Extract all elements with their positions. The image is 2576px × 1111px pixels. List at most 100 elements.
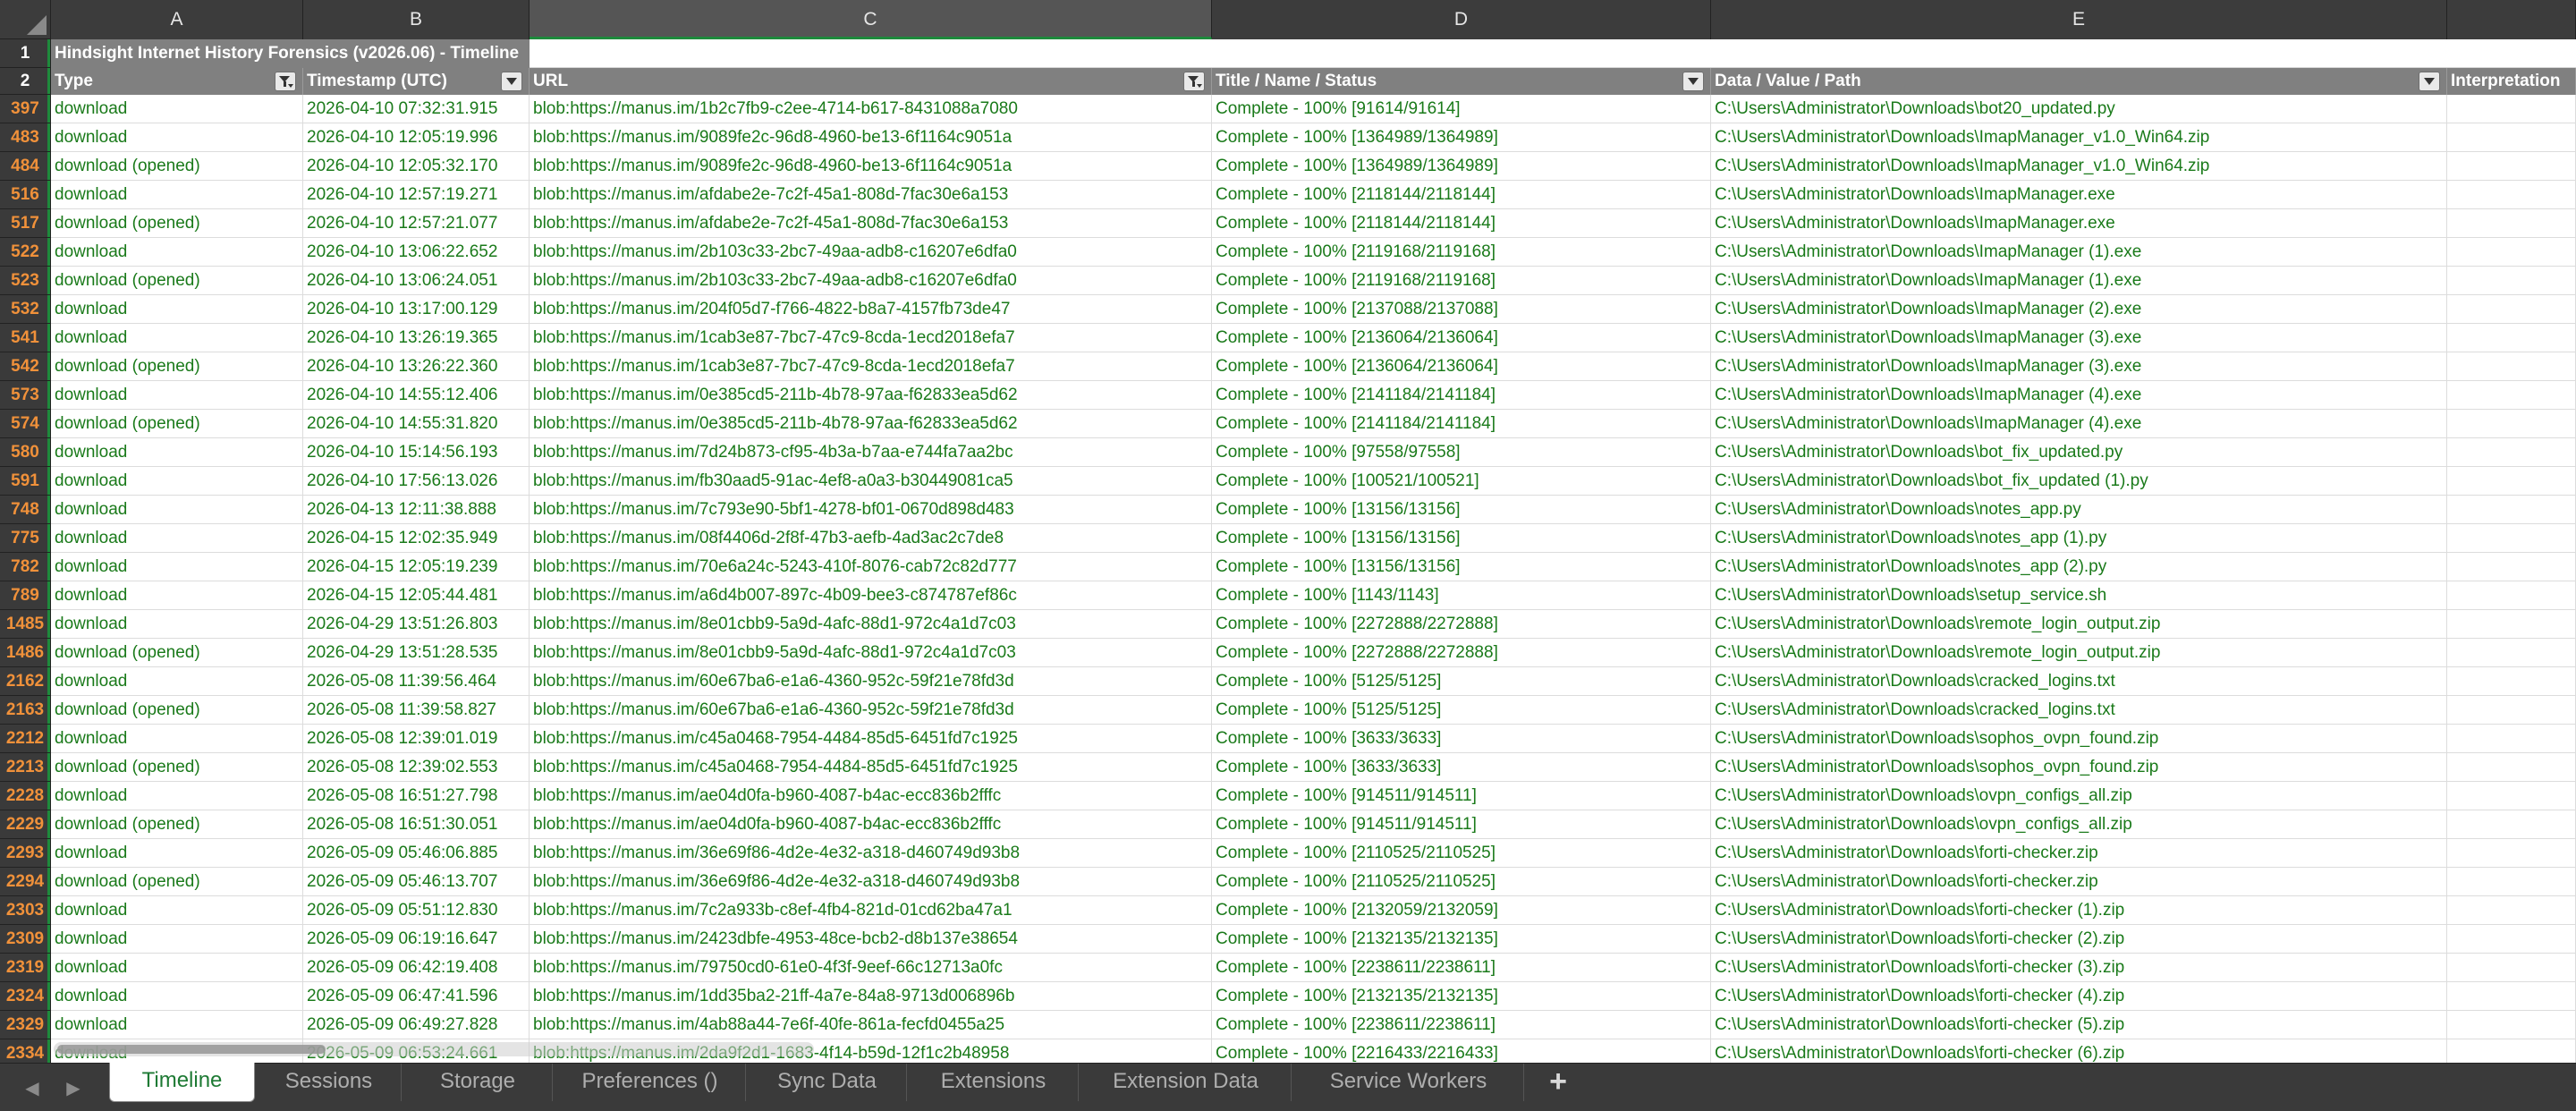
url-cell[interactable]: blob:https://manus.im/36e69f86-4d2e-4e32… xyxy=(530,839,1212,868)
type-cell[interactable]: download xyxy=(51,610,303,639)
status-cell[interactable]: Complete - 100% [2136064/2136064] xyxy=(1212,352,1711,381)
row-number[interactable]: 2309 xyxy=(0,925,51,954)
type-cell[interactable]: download (opened) xyxy=(51,696,303,725)
row-number[interactable]: 2213 xyxy=(0,753,51,782)
row-number[interactable]: 484 xyxy=(0,152,51,181)
type-cell[interactable]: download xyxy=(51,238,303,267)
interpretation-cell[interactable] xyxy=(2447,553,2576,581)
type-cell[interactable]: download xyxy=(51,1011,303,1039)
prev-sheet-icon[interactable]: ◀ xyxy=(20,1076,45,1101)
row-number[interactable]: 748 xyxy=(0,496,51,524)
interpretation-cell[interactable] xyxy=(2447,667,2576,696)
url-cell[interactable]: blob:https://manus.im/204f05d7-f766-4822… xyxy=(530,295,1212,324)
next-sheet-icon[interactable]: ▶ xyxy=(61,1076,86,1101)
status-cell[interactable]: Complete - 100% [914511/914511] xyxy=(1212,782,1711,810)
status-cell[interactable]: Complete - 100% [2141184/2141184] xyxy=(1212,381,1711,410)
path-cell[interactable]: C:\Users\Administrator\Downloads\ImapMan… xyxy=(1711,295,2447,324)
path-cell[interactable]: C:\Users\Administrator\Downloads\sophos_… xyxy=(1711,725,2447,753)
url-cell[interactable]: blob:https://manus.im/0e385cd5-211b-4b78… xyxy=(530,381,1212,410)
type-cell[interactable]: download (opened) xyxy=(51,352,303,381)
interpretation-cell[interactable] xyxy=(2447,810,2576,839)
path-cell[interactable]: C:\Users\Administrator\Downloads\ImapMan… xyxy=(1711,267,2447,295)
timestamp-cell[interactable]: 2026-04-10 13:26:22.360 xyxy=(303,352,530,381)
column-header-e[interactable]: E xyxy=(1711,0,2447,39)
path-cell[interactable]: C:\Users\Administrator\Downloads\cracked… xyxy=(1711,696,2447,725)
timestamp-cell[interactable]: 2026-05-09 05:46:13.707 xyxy=(303,868,530,896)
type-cell[interactable]: download xyxy=(51,295,303,324)
filter-dropdown-icon[interactable] xyxy=(1682,72,1704,91)
status-cell[interactable]: Complete - 100% [3633/3633] xyxy=(1212,725,1711,753)
status-cell[interactable]: Complete - 100% [2238611/2238611] xyxy=(1212,954,1711,982)
interpretation-cell[interactable] xyxy=(2447,782,2576,810)
url-cell[interactable]: blob:https://manus.im/4ab88a44-7e6f-40fe… xyxy=(530,1011,1212,1039)
path-cell[interactable]: C:\Users\Administrator\Downloads\setup_s… xyxy=(1711,581,2447,610)
timestamp-cell[interactable]: 2026-04-15 12:05:19.239 xyxy=(303,553,530,581)
row-number[interactable]: 1 xyxy=(0,39,51,68)
tab-timeline[interactable]: Timeline xyxy=(109,1063,255,1102)
timestamp-cell[interactable]: 2026-05-09 05:46:06.885 xyxy=(303,839,530,868)
url-cell[interactable]: blob:https://manus.im/0e385cd5-211b-4b78… xyxy=(530,410,1212,438)
path-cell[interactable]: C:\Users\Administrator\Downloads\ovpn_co… xyxy=(1711,782,2447,810)
url-cell[interactable]: blob:https://manus.im/2b103c33-2bc7-49aa… xyxy=(530,238,1212,267)
path-cell[interactable]: C:\Users\Administrator\Downloads\forti-c… xyxy=(1711,982,2447,1011)
timestamp-cell[interactable]: 2026-05-08 16:51:30.051 xyxy=(303,810,530,839)
url-cell[interactable]: blob:https://manus.im/1cab3e87-7bc7-47c9… xyxy=(530,324,1212,352)
row-number[interactable]: 541 xyxy=(0,324,51,352)
interpretation-cell[interactable] xyxy=(2447,753,2576,782)
row-number[interactable]: 2294 xyxy=(0,868,51,896)
url-cell[interactable]: blob:https://manus.im/fb30aad5-91ac-4ef8… xyxy=(530,467,1212,496)
filter-dropdown-icon[interactable] xyxy=(2419,72,2440,91)
type-cell[interactable]: download xyxy=(51,725,303,753)
status-cell[interactable]: Complete - 100% [100521/100521] xyxy=(1212,467,1711,496)
type-cell[interactable]: download xyxy=(51,381,303,410)
timestamp-cell[interactable]: 2026-04-10 13:06:24.051 xyxy=(303,267,530,295)
timestamp-cell[interactable]: 2026-05-09 06:19:16.647 xyxy=(303,925,530,954)
interpretation-cell[interactable] xyxy=(2447,238,2576,267)
row-number[interactable]: 2229 xyxy=(0,810,51,839)
url-cell[interactable]: blob:https://manus.im/7c793e90-5bf1-4278… xyxy=(530,496,1212,524)
url-cell[interactable]: blob:https://manus.im/afdabe2e-7c2f-45a1… xyxy=(530,181,1212,209)
row-number[interactable]: 580 xyxy=(0,438,51,467)
type-cell[interactable]: download xyxy=(51,839,303,868)
interpretation-cell[interactable] xyxy=(2447,181,2576,209)
status-cell[interactable]: Complete - 100% [2132059/2132059] xyxy=(1212,896,1711,925)
timestamp-cell[interactable]: 2026-04-10 13:06:22.652 xyxy=(303,238,530,267)
path-cell[interactable]: C:\Users\Administrator\Downloads\forti-c… xyxy=(1711,868,2447,896)
horizontal-scrollbar[interactable] xyxy=(54,1042,814,1056)
row-number[interactable]: 2319 xyxy=(0,954,51,982)
timestamp-cell[interactable]: 2026-05-08 16:51:27.798 xyxy=(303,782,530,810)
path-cell[interactable]: C:\Users\Administrator\Downloads\ImapMan… xyxy=(1711,152,2447,181)
interpretation-cell[interactable] xyxy=(2447,610,2576,639)
interpretation-cell[interactable] xyxy=(2447,954,2576,982)
tab-extensions[interactable]: Extensions xyxy=(909,1064,1079,1101)
status-cell[interactable]: Complete - 100% [13156/13156] xyxy=(1212,524,1711,553)
timestamp-cell[interactable]: 2026-05-09 06:42:19.408 xyxy=(303,954,530,982)
type-cell[interactable]: download (opened) xyxy=(51,868,303,896)
row-number[interactable]: 2324 xyxy=(0,982,51,1011)
tab-storage[interactable]: Storage xyxy=(403,1064,553,1101)
column-header-c[interactable]: C xyxy=(530,0,1212,39)
status-cell[interactable]: Complete - 100% [2118144/2118144] xyxy=(1212,209,1711,238)
timestamp-cell[interactable]: 2026-04-10 12:05:19.996 xyxy=(303,123,530,152)
url-cell[interactable]: blob:https://manus.im/c45a0468-7954-4484… xyxy=(530,753,1212,782)
url-cell[interactable]: blob:https://manus.im/70e6a24c-5243-410f… xyxy=(530,553,1212,581)
interpretation-cell[interactable] xyxy=(2447,267,2576,295)
status-cell[interactable]: Complete - 100% [97558/97558] xyxy=(1212,438,1711,467)
type-cell[interactable]: download xyxy=(51,782,303,810)
tab-service-workers[interactable]: Service Workers xyxy=(1293,1064,1524,1101)
status-cell[interactable]: Complete - 100% [1143/1143] xyxy=(1212,581,1711,610)
row-number[interactable]: 2212 xyxy=(0,725,51,753)
timestamp-cell[interactable]: 2026-05-09 05:51:12.830 xyxy=(303,896,530,925)
row-number[interactable]: 775 xyxy=(0,524,51,553)
column-header-d[interactable]: D xyxy=(1212,0,1711,39)
status-cell[interactable]: Complete - 100% [2110525/2110525] xyxy=(1212,839,1711,868)
interpretation-cell[interactable] xyxy=(2447,896,2576,925)
interpretation-cell[interactable] xyxy=(2447,381,2576,410)
row-number[interactable]: 789 xyxy=(0,581,51,610)
timestamp-cell[interactable]: 2026-05-08 12:39:01.019 xyxy=(303,725,530,753)
url-cell[interactable]: blob:https://manus.im/08f4406d-2f8f-47b3… xyxy=(530,524,1212,553)
type-cell[interactable]: download (opened) xyxy=(51,810,303,839)
type-cell[interactable]: download xyxy=(51,467,303,496)
row-number[interactable]: 2 xyxy=(0,68,51,95)
status-cell[interactable]: Complete - 100% [13156/13156] xyxy=(1212,496,1711,524)
